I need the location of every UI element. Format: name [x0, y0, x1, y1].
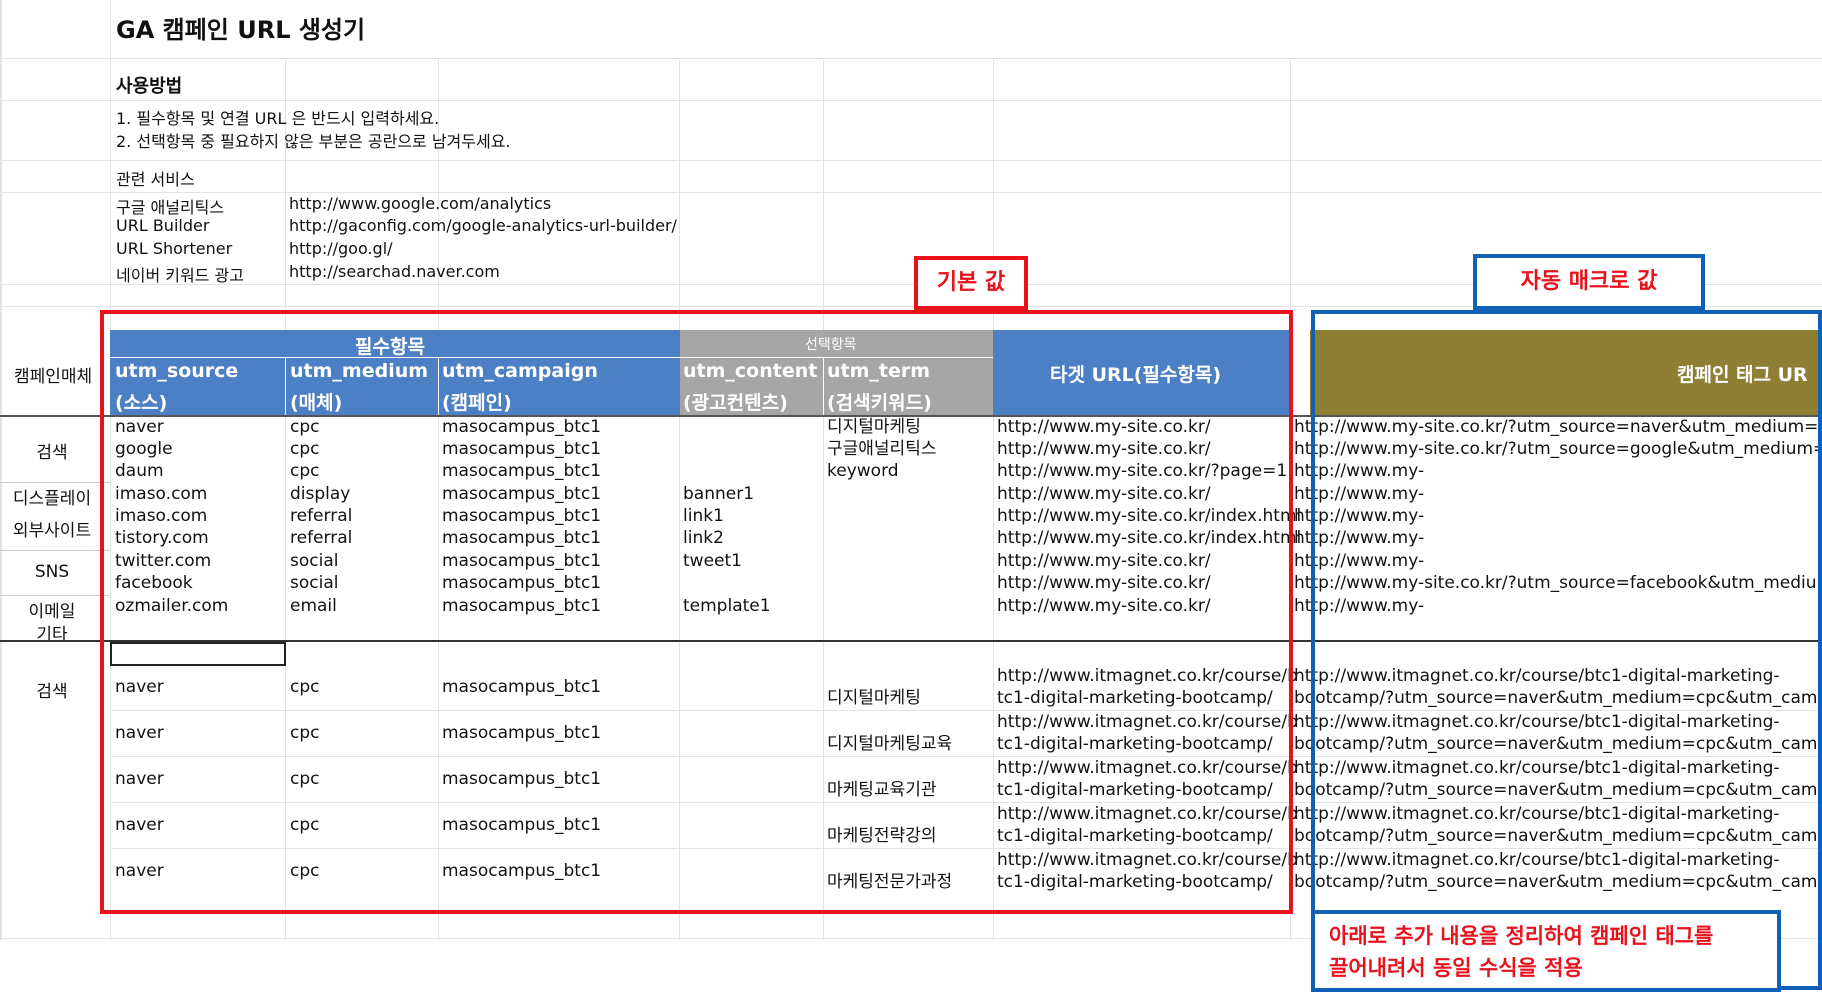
category-label: 이메일: [28, 602, 76, 622]
callout-macro-value: 자동 매크로 값: [1473, 254, 1705, 310]
service-name: URL Builder: [116, 216, 210, 235]
usage-line-1: 1. 필수항목 및 연결 URL 은 반드시 입력하세요.: [116, 109, 440, 128]
category-label: 검색: [36, 682, 68, 702]
service-url-link[interactable]: http://www.google.com/analytics: [289, 194, 551, 213]
service-name: 구글 애널리틱스: [116, 198, 225, 217]
category-label: 디스플레이: [12, 489, 92, 509]
usage-line-2: 2. 선택항목 중 필요하지 않은 부분은 공란으로 남겨두세요.: [116, 132, 511, 151]
services-heading: 관련 서비스: [116, 170, 195, 189]
callout-default-value: 기본 값: [914, 256, 1028, 310]
page-title: GA 캠페인 URL 생성기: [116, 16, 366, 44]
usage-heading: 사용방법: [116, 76, 183, 97]
note-line-1: 아래로 추가 내용을 정리하여 캠페인 태그를: [1329, 924, 1714, 948]
category-label: 외부사이트: [12, 521, 92, 541]
service-url-link[interactable]: http://gaconfig.com/google-analytics-url…: [289, 216, 677, 235]
note-line-2: 끌어내려서 동일 수식을 적용: [1329, 956, 1583, 980]
category-label: SNS: [34, 562, 70, 582]
macro-value-highlight: [1311, 310, 1822, 990]
category-label: 검색: [36, 443, 68, 463]
default-value-highlight: [100, 310, 1293, 914]
service-url-link[interactable]: http://goo.gl/: [289, 239, 393, 258]
header-medium-label: 캠페인매체: [14, 367, 93, 387]
note-box: 아래로 추가 내용을 정리하여 캠페인 태그를 끌어내려서 동일 수식을 적용: [1311, 910, 1781, 992]
service-name: 네이버 키워드 광고: [116, 266, 244, 285]
service-url-link[interactable]: http://searchad.naver.com: [289, 262, 500, 281]
service-name: URL Shortener: [116, 239, 233, 258]
